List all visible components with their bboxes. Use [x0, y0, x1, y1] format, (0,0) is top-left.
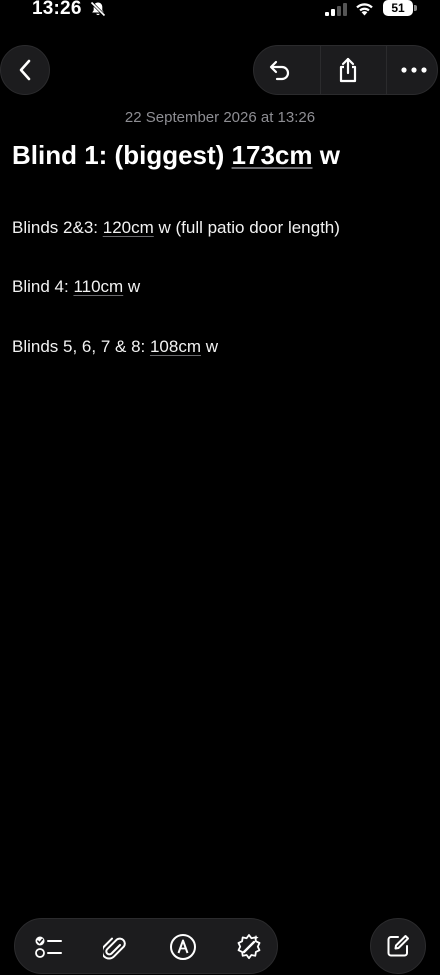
share-button[interactable] — [322, 46, 374, 94]
checklist-button[interactable] — [23, 919, 75, 975]
bell-slash-icon — [89, 1, 107, 17]
bottom-toolbar — [14, 918, 278, 974]
back-button[interactable] — [0, 45, 50, 95]
chevron-left-icon — [18, 59, 32, 81]
more-horizontal-icon — [401, 67, 427, 73]
measurement-value[interactable]: 110cm — [73, 277, 123, 296]
note-title-text: Blind 1: (biggest) — [12, 140, 232, 170]
battery-icon: 51 — [383, 0, 413, 16]
checklist-icon — [34, 934, 64, 960]
cellular-signal-icon — [325, 3, 347, 16]
undo-button[interactable] — [254, 46, 306, 94]
wifi-icon — [355, 1, 374, 16]
more-button[interactable] — [389, 46, 439, 94]
note-line-suffix: w (full patio door length) — [153, 218, 340, 237]
compose-button[interactable] — [370, 918, 426, 974]
sparkle-writing-tools-icon — [234, 932, 264, 962]
measurement-value[interactable]: 108cm — [150, 337, 201, 356]
note-line[interactable]: Blinds 5, 6, 7 & 8: 108cm w — [12, 337, 218, 357]
paperclip-icon — [103, 933, 127, 961]
note-title-suffix: w — [312, 140, 340, 170]
status-bar: 13:26 51 — [0, 0, 440, 20]
note-line[interactable]: Blind 4: 110cm w — [12, 277, 140, 297]
pill-divider — [320, 46, 321, 94]
writing-tools-button[interactable] — [223, 919, 275, 975]
note-line-text: Blinds 2&3: — [12, 218, 103, 237]
markup-pen-icon — [169, 933, 197, 961]
share-icon — [337, 57, 359, 83]
attachment-button[interactable] — [89, 919, 141, 975]
markup-button[interactable] — [157, 919, 209, 975]
note-date: 22 September 2026 at 13:26 — [124, 109, 316, 126]
measurement-value[interactable]: 173cm — [232, 140, 313, 170]
measurement-value[interactable]: 120cm — [103, 218, 154, 237]
pill-divider — [386, 46, 387, 94]
note-title[interactable]: Blind 1: (biggest) 173cm w — [12, 140, 340, 171]
note-actions-group — [253, 45, 438, 95]
compose-icon — [385, 933, 411, 959]
note-line-text: Blind 4: — [12, 277, 74, 296]
undo-icon — [268, 59, 292, 81]
note-line-suffix: w — [123, 277, 141, 296]
note-line-suffix: w — [201, 337, 218, 356]
status-time: 13:26 — [32, 0, 82, 19]
note-line-text: Blinds 5, 6, 7 & 8: — [12, 337, 150, 356]
battery-tip — [414, 5, 417, 11]
note-line[interactable]: Blinds 2&3: 120cm w (full patio door len… — [12, 218, 340, 238]
